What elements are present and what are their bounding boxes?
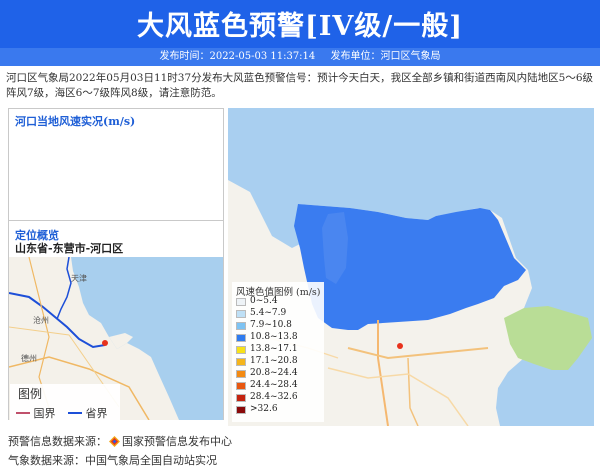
- minimap-label-dezhou: 德州: [21, 353, 37, 363]
- minimap-label-cangzhou: 沧州: [33, 315, 49, 325]
- left-panel: 河口当地风速实况(m/s) 定位概览 山东省-东营市-河口区 天津 沧州 德州: [8, 108, 224, 420]
- wind-legend-swatch: [236, 358, 246, 366]
- warning-source-label: 预警信息数据来源：: [8, 435, 107, 448]
- legend-item-label: 国界: [33, 407, 56, 420]
- wind-observation-panel: 河口当地风速实况(m/s): [9, 109, 223, 221]
- legend-item-label: 省界: [85, 407, 108, 420]
- wind-speed-legend: 风速色值图例 (m/s) 0~5.4 5.4~7.9 7.9~10.8 10.8…: [232, 282, 324, 422]
- legend-item-province-border: 省界: [68, 405, 108, 421]
- page-title: 大风蓝色预警[IV级/一般]: [137, 11, 463, 42]
- wind-legend-label: >32.6: [250, 404, 278, 414]
- header-banner: 大风蓝色预警[IV级/一般]: [0, 0, 600, 48]
- wind-legend-label: 17.1~20.8: [250, 356, 298, 366]
- publish-time: 发布时间：2022-05-03 11:37:14: [159, 51, 316, 62]
- wind-legend-label: 28.4~32.6: [250, 392, 298, 402]
- warning-source-org[interactable]: 国家预警信息发布中心: [122, 435, 232, 448]
- wind-legend-label: 20.8~24.4: [250, 368, 298, 378]
- location-path: 山东省-东营市-河口区: [15, 242, 124, 255]
- wind-panel-title: 河口当地风速实况(m/s): [15, 115, 136, 128]
- legend-item-national-border: 国界: [16, 405, 56, 421]
- wind-legend-swatch: [236, 370, 246, 378]
- wind-legend-title: 风速色值图例 (m/s): [236, 287, 321, 298]
- wind-legend-swatch: [236, 394, 246, 402]
- wind-legend-label: 7.9~10.8: [250, 320, 292, 330]
- wind-legend-swatch: [236, 322, 246, 330]
- minimap-legend: 图例 国界 省界: [10, 384, 120, 420]
- wind-legend-swatch: [236, 382, 246, 390]
- wind-legend-label: 24.4~28.4: [250, 380, 298, 390]
- wind-legend-label: 5.4~7.9: [250, 308, 287, 318]
- publisher: 发布单位：河口区气象局: [330, 51, 441, 62]
- weather-source: 气象数据来源：中国气象局全国自动站实况: [8, 454, 217, 467]
- wind-legend-label: 0~5.4: [250, 296, 278, 306]
- publish-info-bar: 发布时间：2022-05-03 11:37:14 发布单位：河口区气象局: [0, 48, 600, 66]
- wind-legend-swatch: [236, 406, 246, 414]
- minimap-legend-title: 图例: [18, 387, 43, 401]
- warning-source: 预警信息数据来源： 国家预警信息发布中心: [8, 433, 232, 449]
- wind-legend-label: 13.8~17.1: [250, 344, 298, 354]
- national-border-line-icon: [16, 412, 30, 414]
- wind-legend-swatch: [236, 310, 246, 318]
- wind-legend-swatch: [236, 298, 246, 306]
- wind-legend-swatch: [236, 346, 246, 354]
- province-border-line-icon: [68, 412, 82, 414]
- warning-description: 河口区气象局2022年05月03日11时37分发布大风蓝色预警信号：预计今天白天…: [6, 72, 594, 99]
- wind-legend-label: 10.8~13.8: [250, 332, 298, 342]
- minimap-label-tianjin: 天津: [71, 273, 87, 283]
- wind-legend-swatch: [236, 334, 246, 342]
- warning-center-logo-icon: [109, 436, 120, 447]
